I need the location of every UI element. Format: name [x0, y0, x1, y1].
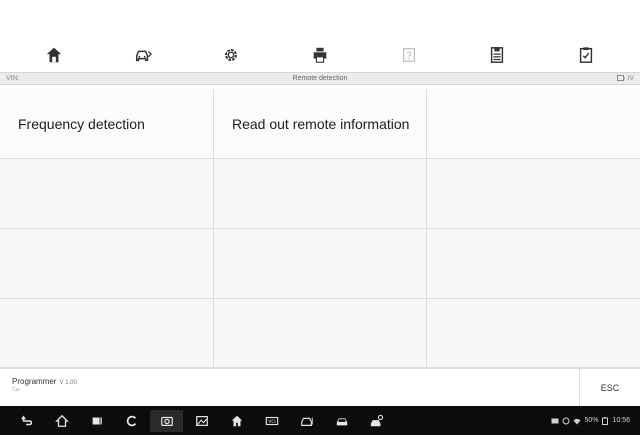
- home-icon: [47, 47, 62, 63]
- function-label: Read out remote information: [232, 115, 410, 132]
- print-icon: [313, 47, 327, 63]
- function-cell-empty: [0, 299, 214, 368]
- recent-apps-icon: [92, 417, 102, 424]
- help-icon: [402, 48, 415, 62]
- print-button[interactable]: [300, 41, 340, 69]
- maxisys-home-button[interactable]: [220, 410, 253, 432]
- settings-button[interactable]: [211, 41, 251, 69]
- vehicle-menu-button[interactable]: [290, 410, 323, 432]
- back-button[interactable]: [10, 410, 43, 432]
- footer-status: Programmer V 1.00 Car ESC: [0, 368, 640, 406]
- battery-percent: 50%: [584, 417, 599, 424]
- vehicle-swap-button[interactable]: [123, 41, 163, 69]
- page-title: Remote detection: [292, 75, 348, 82]
- vci-icon: VCI: [265, 416, 278, 425]
- service-button[interactable]: [360, 410, 393, 432]
- home-button[interactable]: [34, 41, 74, 69]
- vehicle-icon: [300, 417, 313, 426]
- maxisys-home-icon: [231, 415, 242, 426]
- android-home-icon: [54, 414, 69, 427]
- data-logging-icon: [579, 47, 592, 63]
- function-button-read-remote-info[interactable]: Read out remote information: [214, 89, 427, 159]
- function-cell-empty: [0, 229, 214, 299]
- function-cell-empty: [214, 229, 427, 299]
- program-name: Programmer: [12, 377, 57, 386]
- esc-button[interactable]: ESC: [579, 369, 640, 406]
- image-icon: [195, 415, 208, 426]
- camera-icon: [160, 416, 173, 426]
- function-grid: Frequency detection Read out remote info…: [0, 89, 640, 368]
- function-button-frequency-detection[interactable]: Frequency detection: [0, 89, 214, 159]
- program-version: V 1.00: [59, 380, 77, 386]
- function-cell-empty: [427, 89, 640, 159]
- battery-indicator: IV: [617, 75, 634, 82]
- gps-icon: [562, 417, 570, 424]
- function-cell-empty: [214, 299, 427, 368]
- function-cell-empty: [214, 159, 427, 229]
- help-button[interactable]: [389, 41, 429, 69]
- recent-apps-button[interactable]: [80, 410, 113, 432]
- vehicle-swap-icon: [135, 50, 152, 62]
- settings-icon: [225, 49, 238, 61]
- battery-status-icon: [602, 416, 609, 425]
- data-logging-button[interactable]: [566, 41, 606, 69]
- wifi-icon: [573, 418, 581, 424]
- data-save-button[interactable]: [477, 41, 517, 69]
- image-viewer-button[interactable]: [185, 410, 218, 432]
- function-label: Frequency detection: [18, 115, 145, 132]
- function-cell-empty: [0, 159, 214, 229]
- message-icon: [551, 418, 559, 423]
- system-status-area: 50% 10:56: [551, 416, 630, 425]
- car-icon: [336, 417, 347, 425]
- refresh-icon: [126, 415, 136, 426]
- svg-text:VCI: VCI: [268, 419, 275, 425]
- battery-voltage: IV: [627, 75, 634, 82]
- diagnostics-button[interactable]: [325, 410, 358, 432]
- refresh-button[interactable]: [115, 410, 148, 432]
- nav-icons: VCI: [10, 409, 395, 432]
- battery-icon: [617, 75, 626, 82]
- title-bar: VIN: Remote detection IV: [0, 72, 640, 85]
- function-cell-empty: [427, 159, 640, 229]
- function-cell-empty: [427, 229, 640, 299]
- clock: 10:56: [612, 417, 630, 424]
- function-cell-empty: [427, 299, 640, 368]
- screenshot-button[interactable]: [150, 409, 183, 432]
- data-save-icon: [490, 47, 504, 63]
- back-icon: [20, 415, 32, 425]
- screen: VIN: Remote detection IV Frequency detec…: [0, 0, 640, 435]
- android-home-button[interactable]: [45, 410, 78, 432]
- vci-button[interactable]: VCI: [255, 410, 288, 432]
- program-subtitle: Car: [12, 387, 21, 393]
- android-nav-bar: VCI 50% 10:56: [0, 406, 640, 435]
- top-toolbar: [0, 40, 640, 70]
- program-info: Programmer V 1.00: [12, 377, 77, 386]
- car-tools-icon: [370, 414, 383, 426]
